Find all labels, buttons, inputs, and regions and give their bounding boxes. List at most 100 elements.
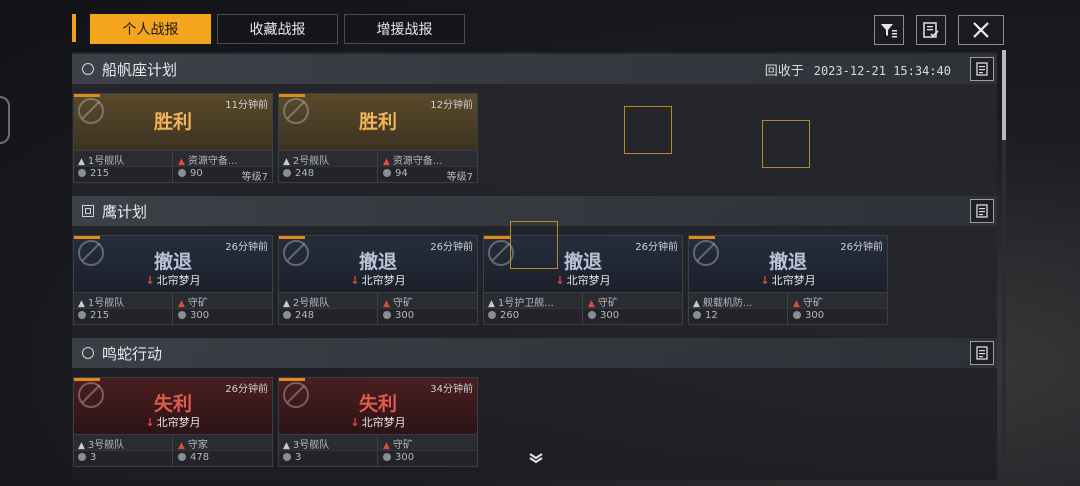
- power-row: 3 300: [279, 450, 477, 466]
- document-icon: [976, 346, 988, 360]
- square-icon: [82, 205, 94, 217]
- power-icon: [383, 169, 391, 177]
- fleet-row: ▲ 1号舰队 ▲ 守矿: [74, 292, 272, 309]
- fleet-power: 215: [90, 168, 110, 179]
- scrollbar-thumb[interactable]: [1002, 50, 1006, 140]
- checklist-button[interactable]: [916, 15, 946, 45]
- arrow-down-icon: ↓: [760, 274, 770, 287]
- circle-icon: [82, 63, 94, 75]
- section-header: 船帆座计划 回收于 2023-12-21 15:34:40: [72, 54, 997, 84]
- fleet-row: ▲ 2号舰队 ▲ 资源守备...: [279, 150, 477, 167]
- opponent: ↓ 北帘梦月: [484, 272, 682, 288]
- tab-reinforce-report[interactable]: 增援战报: [344, 14, 465, 44]
- card-corner-accent: [279, 94, 305, 97]
- report-card[interactable]: 26分钟前 失利 ↓ 北帘梦月 ▲ 3号舰队 ▲ 守家 3 478: [73, 377, 273, 467]
- recycle-time: 2023-12-21 15:34:40: [813, 64, 951, 78]
- battle-result: 胜利: [358, 111, 397, 133]
- opponent: ↓ 北帘梦月: [279, 414, 477, 430]
- power-icon: [78, 311, 86, 319]
- power-row: 215 300: [74, 308, 272, 324]
- opponent-name: 北帘梦月: [361, 416, 406, 429]
- battle-result: 撤退: [768, 251, 807, 273]
- opponent: ↓ 北帘梦月: [74, 414, 272, 430]
- report-card[interactable]: 34分钟前 失利 ↓ 北帘梦月 ▲ 3号舰队 ▲ 守矿 3 300: [278, 377, 478, 467]
- fleet-row: ▲ 1号舰队 ▲ 资源守备...: [74, 150, 272, 167]
- report-card[interactable]: 26分钟前 撤退 ↓ 北帘梦月 ▲ 2号舰队 ▲ 守矿 248 300: [278, 235, 478, 325]
- recycle-info: 回收于 2023-12-21 15:34:40: [765, 60, 951, 79]
- card-corner-accent: [689, 236, 715, 239]
- circle-icon: [82, 347, 94, 359]
- fleet-power: 3: [90, 452, 97, 463]
- highlight-marker: [510, 221, 558, 269]
- power-row: 248 300: [279, 308, 477, 324]
- card-corner-accent: [279, 236, 305, 239]
- section-title: 鹰计划: [102, 203, 148, 221]
- battle-result: 胜利: [153, 111, 192, 133]
- power-row: 248 94 等级7: [279, 166, 477, 182]
- power-row: 260 300: [484, 308, 682, 324]
- close-button[interactable]: [958, 15, 1004, 45]
- battle-result: 失利: [153, 393, 192, 415]
- section-title: 船帆座计划: [102, 61, 178, 79]
- card-corner-accent: [74, 378, 100, 381]
- target-power: 300: [600, 310, 620, 321]
- power-icon: [78, 453, 86, 461]
- report-card[interactable]: 12分钟前 胜利 ▲ 2号舰队 ▲ 资源守备... 248 94 等级7: [278, 93, 478, 183]
- power-icon: [383, 311, 391, 319]
- opponent-name: 北帘梦月: [361, 274, 406, 287]
- section-header: 鸣蛇行动: [72, 338, 997, 368]
- battle-result: 撤退: [358, 251, 397, 273]
- card-corner-accent: [74, 94, 100, 97]
- document-icon: [976, 62, 988, 76]
- power-row: 12 300: [689, 308, 887, 324]
- target-power: 300: [395, 452, 415, 463]
- fleet-row: ▲ 2号舰队 ▲ 守矿: [279, 292, 477, 309]
- side-drawer-handle[interactable]: [0, 96, 10, 144]
- section-title: 鸣蛇行动: [102, 345, 163, 363]
- power-row: 3 478: [74, 450, 272, 466]
- section-detail-button[interactable]: [970, 57, 994, 81]
- highlight-marker: [762, 120, 810, 168]
- power-icon: [283, 311, 291, 319]
- arrow-down-icon: ↓: [350, 416, 360, 429]
- card-corner-accent: [74, 236, 100, 239]
- power-icon: [693, 311, 701, 319]
- power-icon: [178, 311, 186, 319]
- battle-report-window: 个人战报 收藏战报 增援战报 船帆座计划 回收于 2023-12-21 15:3…: [72, 12, 1007, 482]
- document-icon: [976, 204, 988, 218]
- fleet-power: 3: [295, 452, 302, 463]
- fleet-power: 215: [90, 310, 110, 321]
- section-detail-button[interactable]: [970, 199, 994, 223]
- fleet-row: ▲ 1号护卫舰... ▲ 守矿: [484, 292, 682, 309]
- power-row: 215 90 等级7: [74, 166, 272, 182]
- power-icon: [383, 453, 391, 461]
- card-corner-accent: [484, 236, 510, 239]
- tab-personal-report[interactable]: 个人战报: [90, 14, 211, 44]
- opponent-name: 北帘梦月: [156, 274, 201, 287]
- target-power: 300: [395, 310, 415, 321]
- power-icon: [488, 311, 496, 319]
- target-power: 90: [190, 168, 203, 179]
- target-power: 300: [190, 310, 210, 321]
- opponent-name: 北帘梦月: [156, 416, 201, 429]
- opponent: ↓ 北帘梦月: [74, 272, 272, 288]
- power-icon: [283, 453, 291, 461]
- filter-button[interactable]: [874, 15, 904, 45]
- scroll-more-indicator[interactable]: [528, 452, 544, 468]
- power-icon: [78, 169, 86, 177]
- opponent-name: 北帘梦月: [566, 274, 611, 287]
- target-power: 94: [395, 168, 408, 179]
- report-card[interactable]: 26分钟前 撤退 ↓ 北帘梦月 ▲ 舰载机防... ▲ 守矿 12 300: [688, 235, 888, 325]
- checklist-icon: [923, 22, 939, 38]
- report-card[interactable]: 11分钟前 胜利 ▲ 1号舰队 ▲ 资源守备... 215 90 等级7: [73, 93, 273, 183]
- opponent-name: 北帘梦月: [771, 274, 816, 287]
- section-detail-button[interactable]: [970, 341, 994, 365]
- target-power: 478: [190, 452, 210, 463]
- chevron-down-icon: [529, 453, 543, 464]
- card-corner-accent: [279, 378, 305, 381]
- tab-favorite-report[interactable]: 收藏战报: [217, 14, 338, 44]
- opponent: ↓ 北帘梦月: [689, 272, 887, 288]
- report-list[interactable]: 船帆座计划 回收于 2023-12-21 15:34:40 11分钟前 胜利 ▲ 1…: [72, 52, 997, 480]
- report-card[interactable]: 26分钟前 撤退 ↓ 北帘梦月 ▲ 1号舰队 ▲ 守矿 215 300: [73, 235, 273, 325]
- tab-accent-bar: [72, 14, 76, 42]
